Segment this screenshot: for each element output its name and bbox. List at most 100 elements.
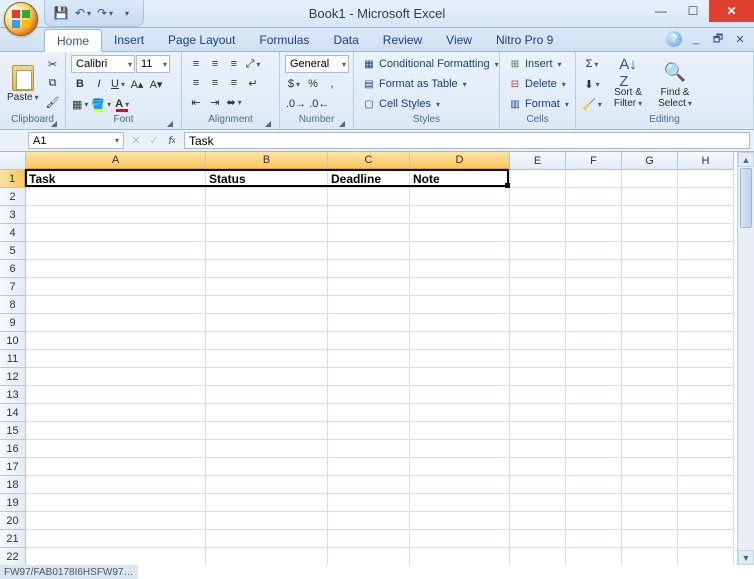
cell-B18[interactable] (206, 476, 328, 494)
cell-B2[interactable] (206, 188, 328, 206)
tab-data[interactable]: Data (321, 29, 370, 51)
cell-B21[interactable] (206, 530, 328, 548)
cell-D22[interactable] (410, 548, 510, 565)
cell-A19[interactable] (26, 494, 206, 512)
cell-D10[interactable] (410, 332, 510, 350)
cell-B11[interactable] (206, 350, 328, 368)
cell-G8[interactable] (622, 296, 678, 314)
cell-D9[interactable] (410, 314, 510, 332)
cell-E2[interactable] (510, 188, 566, 206)
cell-G12[interactable] (622, 368, 678, 386)
column-header-A[interactable]: A (26, 152, 206, 170)
cell-G16[interactable] (622, 440, 678, 458)
cell-E18[interactable] (510, 476, 566, 494)
tab-review[interactable]: Review (371, 29, 434, 51)
font-name-combo[interactable]: Calibri▾ (71, 55, 135, 73)
tab-insert[interactable]: Insert (102, 29, 156, 51)
cell-A15[interactable] (26, 422, 206, 440)
minimize-button[interactable]: — (645, 0, 677, 22)
cell-G20[interactable] (622, 512, 678, 530)
cell-C15[interactable] (328, 422, 410, 440)
fill-icon[interactable]: ⬇▾ (581, 75, 603, 93)
cell-H20[interactable] (678, 512, 734, 530)
cell-A2[interactable] (26, 188, 206, 206)
cell-F22[interactable] (566, 548, 622, 565)
percent-format-icon[interactable]: % (304, 75, 322, 93)
cell-E16[interactable] (510, 440, 566, 458)
row-header-12[interactable]: 12 (0, 368, 26, 386)
cell-E12[interactable] (510, 368, 566, 386)
cell-D18[interactable] (410, 476, 510, 494)
cell-G9[interactable] (622, 314, 678, 332)
cell-G4[interactable] (622, 224, 678, 242)
cell-A7[interactable] (26, 278, 206, 296)
cell-D5[interactable] (410, 242, 510, 260)
cell-C18[interactable] (328, 476, 410, 494)
cell-D15[interactable] (410, 422, 510, 440)
cell-H21[interactable] (678, 530, 734, 548)
underline-button[interactable]: U▾ (109, 75, 127, 93)
cell-H11[interactable] (678, 350, 734, 368)
format-painter-icon[interactable]: 🖌 (44, 93, 62, 111)
cell-H13[interactable] (678, 386, 734, 404)
cell-G11[interactable] (622, 350, 678, 368)
cell-A5[interactable] (26, 242, 206, 260)
cell-A8[interactable] (26, 296, 206, 314)
row-header-16[interactable]: 16 (0, 440, 26, 458)
cell-C11[interactable] (328, 350, 410, 368)
cell-H17[interactable] (678, 458, 734, 476)
row-header-7[interactable]: 7 (0, 278, 26, 296)
decrease-indent-icon[interactable]: ⇤ (187, 93, 205, 111)
enter-edit-icon[interactable]: ✓ (146, 133, 162, 149)
cell-B10[interactable] (206, 332, 328, 350)
cell-E1[interactable] (510, 170, 566, 188)
cell-F20[interactable] (566, 512, 622, 530)
cell-B9[interactable] (206, 314, 328, 332)
cell-H7[interactable] (678, 278, 734, 296)
cell-D20[interactable] (410, 512, 510, 530)
cell-D8[interactable] (410, 296, 510, 314)
cell-D1[interactable]: Note (410, 170, 510, 188)
increase-indent-icon[interactable]: ⇥ (206, 93, 224, 111)
ribbon-minimize-icon[interactable]: _ (688, 31, 704, 47)
cell-F2[interactable] (566, 188, 622, 206)
cell-D21[interactable] (410, 530, 510, 548)
cell-D14[interactable] (410, 404, 510, 422)
qat-customize-icon[interactable]: ▾ (117, 3, 137, 23)
cell-G7[interactable] (622, 278, 678, 296)
sort-filter-button[interactable]: A↓Z Sort & Filter▾ (606, 55, 650, 114)
cell-A6[interactable] (26, 260, 206, 278)
fx-icon[interactable]: fx (164, 133, 180, 149)
align-top-icon[interactable]: ≡ (187, 55, 205, 73)
cell-C21[interactable] (328, 530, 410, 548)
column-header-F[interactable]: F (566, 152, 622, 170)
cell-A3[interactable] (26, 206, 206, 224)
mdi-close-icon[interactable]: ✕ (732, 31, 748, 47)
cell-B3[interactable] (206, 206, 328, 224)
cell-H9[interactable] (678, 314, 734, 332)
cell-H16[interactable] (678, 440, 734, 458)
cell-H6[interactable] (678, 260, 734, 278)
row-header-13[interactable]: 13 (0, 386, 26, 404)
bold-button[interactable]: B (71, 75, 89, 93)
scroll-thumb[interactable] (740, 168, 752, 228)
cell-E20[interactable] (510, 512, 566, 530)
cell-D3[interactable] (410, 206, 510, 224)
cell-F14[interactable] (566, 404, 622, 422)
cell-H8[interactable] (678, 296, 734, 314)
row-header-3[interactable]: 3 (0, 206, 26, 224)
cell-B5[interactable] (206, 242, 328, 260)
cell-G3[interactable] (622, 206, 678, 224)
clear-icon[interactable]: 🧹▾ (581, 95, 603, 113)
cell-A17[interactable] (26, 458, 206, 476)
comma-format-icon[interactable]: , (323, 75, 341, 93)
cell-A9[interactable] (26, 314, 206, 332)
cell-B16[interactable] (206, 440, 328, 458)
row-header-22[interactable]: 22 (0, 548, 26, 565)
cell-B20[interactable] (206, 512, 328, 530)
cell-E5[interactable] (510, 242, 566, 260)
cell-H22[interactable] (678, 548, 734, 565)
row-header-4[interactable]: 4 (0, 224, 26, 242)
shrink-font-icon[interactable]: A▾ (147, 75, 165, 93)
cell-B7[interactable] (206, 278, 328, 296)
